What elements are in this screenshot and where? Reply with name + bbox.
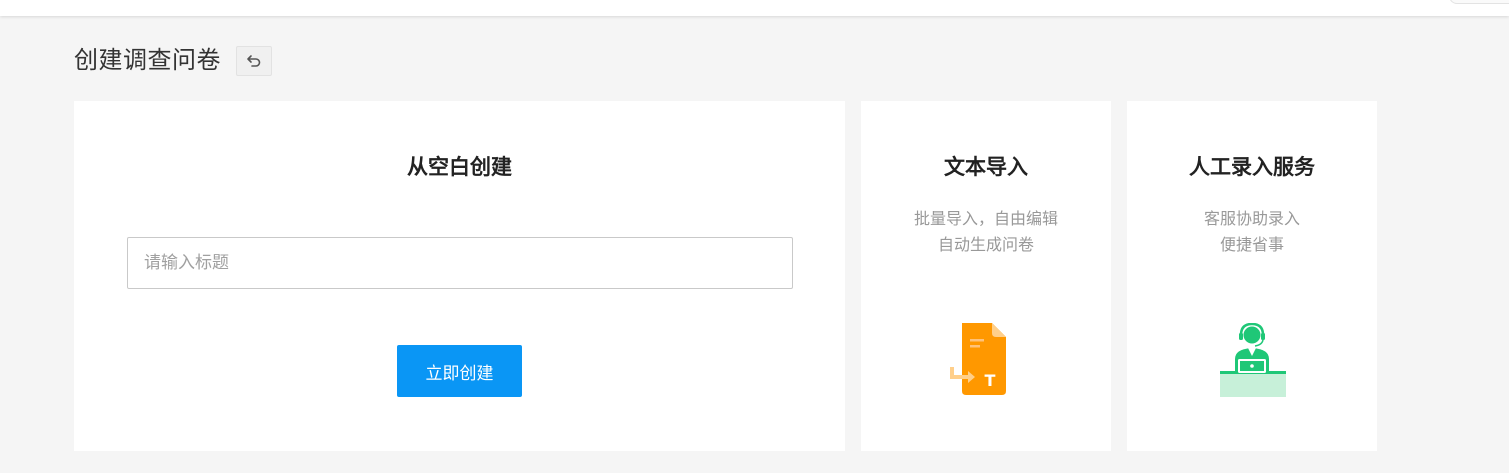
back-button[interactable] (236, 46, 272, 76)
page-title: 创建调查问卷 (74, 46, 221, 74)
top-bar (0, 0, 1509, 16)
svg-text:T: T (985, 371, 996, 390)
undo-icon (247, 55, 261, 67)
top-bar-search[interactable] (1449, 0, 1509, 4)
text-import-desc-line2: 自动生成问卷 (937, 235, 1034, 254)
blank-create-card: 从空白创建 立即创建 (74, 101, 845, 451)
document-import-icon: T (950, 323, 1006, 395)
manual-entry-desc-line2: 便捷省事 (1219, 235, 1284, 254)
text-import-desc: 批量导入，自由编辑 自动生成问卷 (861, 206, 1111, 258)
text-import-card[interactable]: 文本导入 批量导入，自由编辑 自动生成问卷 T (861, 101, 1111, 451)
text-import-title: 文本导入 (944, 155, 1028, 179)
customer-service-icon (1220, 323, 1286, 397)
title-input[interactable] (127, 237, 793, 289)
manual-entry-card[interactable]: 人工录入服务 客服协助录入 便捷省事 (1127, 101, 1377, 451)
manual-entry-desc-line1: 客服协助录入 (1203, 209, 1300, 228)
manual-entry-desc: 客服协助录入 便捷省事 (1127, 206, 1377, 258)
blank-create-title: 从空白创建 (407, 155, 512, 179)
text-import-desc-line1: 批量导入，自由编辑 (913, 209, 1058, 228)
create-now-button[interactable]: 立即创建 (397, 345, 522, 397)
manual-entry-title: 人工录入服务 (1189, 155, 1315, 179)
